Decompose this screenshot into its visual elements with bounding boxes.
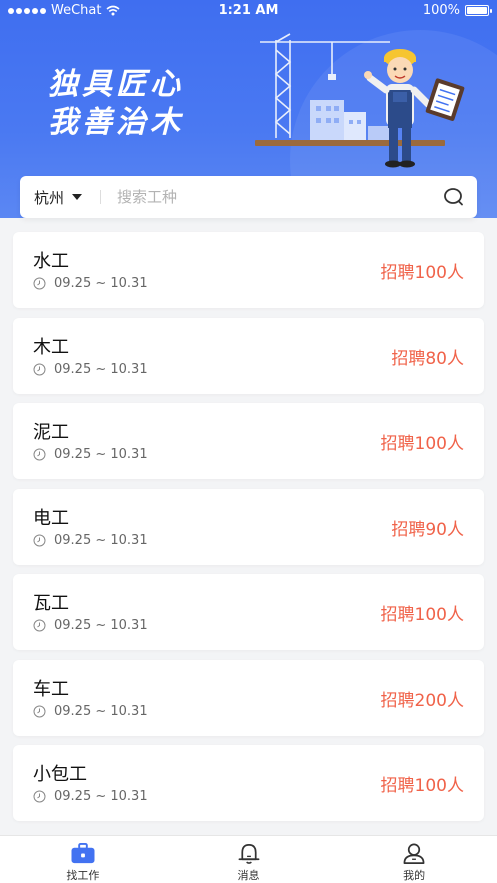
status-bar: WeChat 1:21 AM 100% [0,0,497,22]
hero-slogan: 独具匠心 我善治木 [48,66,184,142]
job-date-text: 09.25 ~ 10.31 [54,447,148,462]
job-list: 水工 09.25 ~ 10.31 招聘100人 木工 09.25 ~ 10.31… [13,232,484,831]
job-date-text: 09.25 ~ 10.31 [54,618,148,633]
search-input[interactable] [117,188,443,206]
job-date: 09.25 ~ 10.31 [33,447,148,462]
job-recruit-count: 招聘100人 [380,605,464,625]
tab-label: 找工作 [66,869,100,882]
clock-icon [33,619,46,632]
job-date: 09.25 ~ 10.31 [33,618,148,633]
search-icon[interactable] [443,186,465,208]
job-date-text: 09.25 ~ 10.31 [54,276,148,291]
job-card[interactable]: 木工 09.25 ~ 10.31 招聘80人 [13,317,484,394]
clock-icon [33,790,46,803]
job-recruit-count: 招聘100人 [380,263,464,283]
search-divider [100,190,102,204]
tab-label: 我的 [403,869,426,882]
briefcase-icon [71,842,95,864]
job-date-text: 09.25 ~ 10.31 [54,789,148,804]
bottom-tab-bar: 找工作 消息 我的 [0,835,497,883]
job-title: 泥工 [33,422,69,443]
job-date: 09.25 ~ 10.31 [33,533,148,548]
job-date-text: 09.25 ~ 10.31 [54,703,148,719]
user-icon [403,843,425,864]
slogan-line: 我善治木 [48,105,184,140]
construction-worker-illustration [255,33,465,168]
job-date-text: 09.25 ~ 10.31 [54,361,148,377]
clock-icon [33,448,46,461]
job-date: 09.25 ~ 10.31 [33,789,148,804]
job-title: 水工 [33,251,69,272]
job-card[interactable]: 泥工 09.25 ~ 10.31 招聘100人 [13,403,484,479]
job-title: 瓦工 [33,593,69,614]
job-recruit-count: 招聘100人 [380,776,464,796]
battery-icon [465,5,492,16]
bell-icon [238,844,259,864]
job-title: 车工 [33,678,69,700]
slogan-line: 独具匠心 [48,67,184,102]
city-label: 杭州 [34,188,65,207]
job-date: 09.25 ~ 10.31 [33,276,148,291]
tab-profile[interactable]: 我的 [331,836,497,883]
search-bar: 杭州 [20,176,477,218]
job-card[interactable]: 车工 09.25 ~ 10.31 招聘200人 [13,659,484,736]
city-selector[interactable]: 杭州 [20,187,83,208]
job-recruit-count: 招聘80人 [391,348,464,369]
tab-label: 消息 [237,869,260,882]
job-title: 小包工 [33,764,87,785]
job-date: 09.25 ~ 10.31 [33,704,148,719]
job-recruit-count: 招聘200人 [380,690,464,711]
tab-messages[interactable]: 消息 [166,836,332,883]
clock-icon [33,363,46,375]
job-card[interactable]: 小包工 09.25 ~ 10.31 招聘100人 [13,745,484,821]
job-card[interactable]: 水工 09.25 ~ 10.31 招聘100人 [13,232,484,308]
caret-down-icon [72,194,83,200]
clock-icon [33,277,46,290]
job-title: 木工 [33,336,69,358]
job-date: 09.25 ~ 10.31 [33,362,148,377]
clock-icon [33,705,46,717]
clock-icon [33,534,46,546]
job-title: 电工 [33,507,69,529]
job-recruit-count: 招聘100人 [380,434,464,454]
job-card[interactable]: 瓦工 09.25 ~ 10.31 招聘100人 [13,574,484,650]
job-recruit-count: 招聘90人 [391,519,464,540]
tab-find-job[interactable]: 找工作 [0,836,166,883]
job-date-text: 09.25 ~ 10.31 [54,532,148,548]
battery-label: 100% [422,3,460,18]
job-card[interactable]: 电工 09.25 ~ 10.31 招聘90人 [13,488,484,565]
